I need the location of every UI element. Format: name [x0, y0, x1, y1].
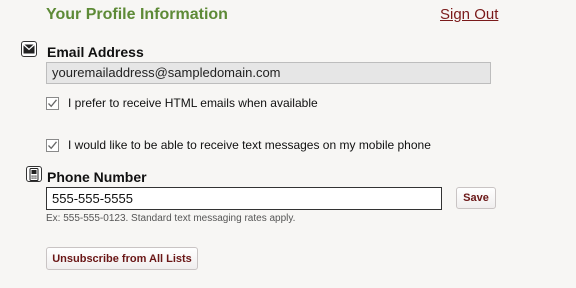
phone-number-label: Phone Number [47, 169, 147, 185]
page-title: Your Profile Information [46, 6, 228, 23]
text-message-option: I would like to be able to receive text … [46, 138, 431, 152]
unsubscribe-button[interactable]: Unsubscribe from All Lists [46, 247, 198, 270]
save-button[interactable]: Save [456, 187, 496, 209]
envelope-icon [21, 41, 37, 57]
phone-number-field[interactable]: 555-555-5555 [46, 187, 442, 210]
sign-out-link[interactable]: Sign Out [440, 6, 498, 23]
text-message-option-label: I would like to be able to receive text … [68, 138, 431, 152]
checkmark-icon [48, 98, 58, 107]
email-field[interactable]: youremailaddress@sampledomain.com [46, 62, 491, 84]
email-address-label: Email Address [47, 44, 144, 60]
phone-hint: Ex: 555-555-0123. Standard text messagin… [46, 213, 296, 224]
html-email-option-label: I prefer to receive HTML emails when ava… [68, 96, 318, 110]
checkmark-icon [48, 140, 58, 149]
html-email-option: I prefer to receive HTML emails when ava… [46, 96, 318, 110]
mobile-phone-icon [26, 166, 42, 182]
html-email-checkbox[interactable] [46, 96, 59, 110]
text-message-checkbox[interactable] [46, 138, 59, 152]
